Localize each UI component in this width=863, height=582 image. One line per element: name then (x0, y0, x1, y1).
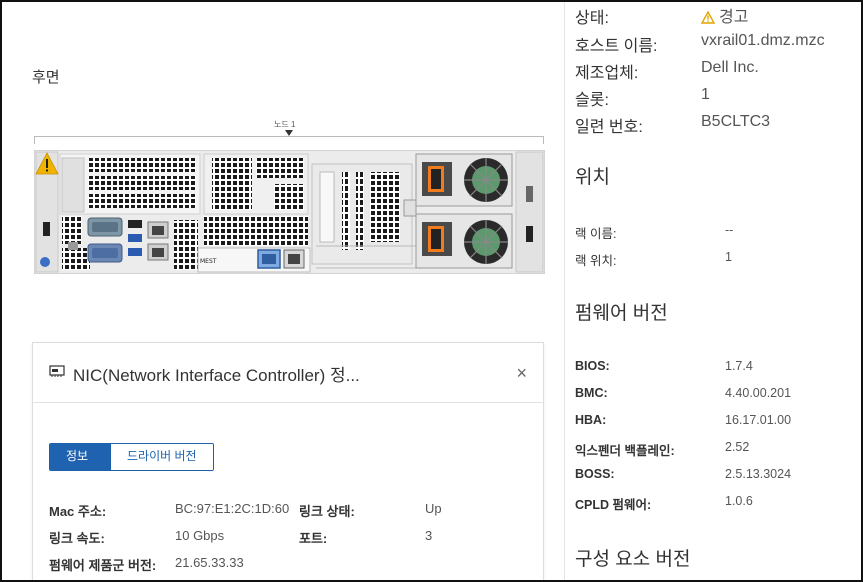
firmware-backplane-value: 2.52 (725, 440, 750, 454)
location-section-title: 위치 (575, 167, 610, 188)
firmware-family-value: 21.65.33.33 (175, 555, 244, 570)
nic-panel-title: NIC(Network Interface Controller) 정... (73, 366, 360, 385)
mac-address-label: Mac 주소: (49, 504, 107, 519)
properties-panel: 상태: 경고 호스트 이름: vxrail01.dmz.mzc 제조업체: De… (564, 2, 861, 580)
port-label: 포트: (299, 531, 328, 546)
close-icon[interactable]: × (516, 363, 527, 384)
status-label: 상태: (575, 10, 609, 27)
host-name-value: vxrail01.dmz.mzc (701, 32, 825, 49)
firmware-bmc-label: BMC: (575, 386, 608, 400)
serial-number-label: 일련 번호: (575, 119, 643, 136)
firmware-cpld-value: 1.0.6 (725, 494, 753, 508)
serial-number-value: B5CLTC3 (701, 113, 771, 130)
nic-row: 펌웨어 제품군 버전: 21.65.33.33 (49, 555, 529, 580)
node-label: 노드 1 (274, 120, 296, 129)
warning-icon (701, 11, 715, 24)
port-value: 3 (425, 528, 433, 543)
rack-position-value: 1 (725, 250, 732, 264)
server-port-label: MEST (200, 258, 217, 265)
firmware-backplane-label: 익스펜더 백플레인: (575, 444, 675, 458)
nic-details-panel: NIC(Network Interface Controller) 정... ×… (32, 342, 544, 580)
mac-address-value: BC:97:E1:2C:1D:60 (175, 501, 290, 516)
nic-row: 링크 속도: 10 Gbps 포트: 3 (49, 528, 529, 555)
firmware-bios-label: BIOS: (575, 359, 610, 373)
rear-view-panel: 후면 노드 1 MEST NIC(Network Interface Contr… (4, 4, 564, 580)
slot-label: 슬롯: (575, 92, 609, 109)
component-version-section-title: 구성 요소 버전 (575, 549, 691, 570)
nic-row: Mac 주소: BC:97:E1:2C:1D:60 링크 상태: Up (49, 501, 529, 528)
firmware-hba-value: 16.17.01.00 (725, 413, 792, 427)
slot-value: 1 (701, 86, 710, 103)
nic-panel-header: NIC(Network Interface Controller) 정... × (33, 343, 543, 403)
firmware-boss-value: 2.5.13.3024 (725, 467, 792, 481)
app-frame: 후면 노드 1 MEST NIC(Network Interface Contr… (0, 0, 863, 582)
host-name-label: 호스트 이름: (575, 38, 658, 55)
nic-tab-bar: 정보 드라이버 버전 (49, 443, 214, 471)
manufacturer-label: 제조업체: (575, 65, 639, 82)
status-value: 경고 (719, 9, 749, 26)
firmware-section-title: 펌웨어 버전 (575, 303, 668, 324)
rack-name-label: 랙 이름: (575, 227, 617, 241)
rack-position-label: 랙 위치: (575, 254, 617, 268)
rack-name-value: -- (725, 223, 734, 237)
nic-info-grid: Mac 주소: BC:97:E1:2C:1D:60 링크 상태: Up 링크 속… (49, 501, 529, 580)
network-card-icon (49, 365, 65, 377)
rear-view-title: 후면 (32, 69, 60, 86)
link-speed-label: 링크 속도: (49, 531, 105, 546)
tab-info[interactable]: 정보 (50, 444, 110, 470)
node-bracket (34, 136, 544, 144)
firmware-hba-label: HBA: (575, 413, 607, 427)
tab-driver-version[interactable]: 드라이버 버전 (110, 444, 213, 470)
link-status-value: Up (425, 501, 442, 516)
firmware-bmc-value: 4.40.00.201 (725, 386, 792, 400)
link-speed-value: 10 Gbps (175, 528, 225, 543)
firmware-boss-label: BOSS: (575, 467, 615, 481)
status-value-wrap: 경고 (701, 3, 748, 27)
link-status-label: 링크 상태: (299, 504, 355, 519)
firmware-bios-value: 1.7.4 (725, 359, 753, 373)
firmware-cpld-label: CPLD 펌웨어: (575, 498, 652, 512)
manufacturer-value: Dell Inc. (701, 59, 759, 76)
firmware-family-label: 펌웨어 제품군 버전: (49, 558, 157, 573)
server-rear-image[interactable]: MEST (34, 150, 545, 274)
